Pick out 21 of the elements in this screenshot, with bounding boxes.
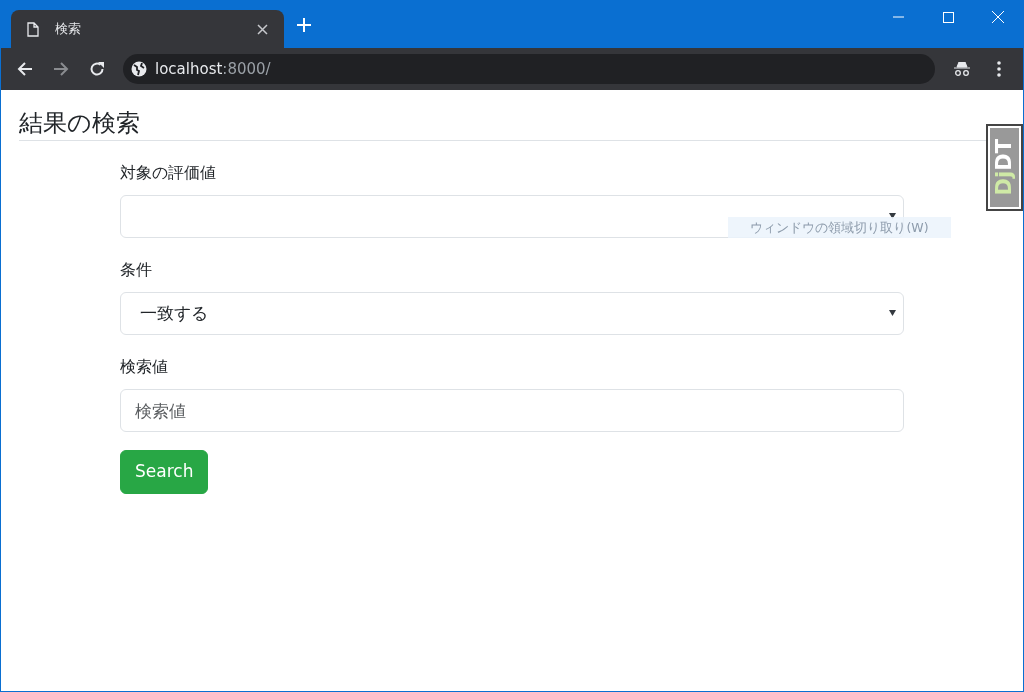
field-label: 対象の評価値 [120,162,217,185]
tab-title[interactable]: 検索 [55,19,81,39]
globe-icon [131,61,147,77]
page-heading: 結果の検索 [18,108,141,139]
back-icon[interactable] [17,61,33,77]
close-icon[interactable] [257,23,268,35]
plus-icon[interactable] [297,18,311,32]
tooltip: ウィンドウの領域切り取り(W) [728,217,951,238]
reload-icon[interactable] [89,61,105,77]
maximize-icon[interactable] [942,11,954,23]
address-text[interactable]: localhost:8000/ [155,57,271,81]
incognito-icon[interactable] [953,62,971,76]
dropdown[interactable]: 一致する [120,292,904,336]
page-icon [27,21,39,37]
field-label: 検索値 [120,356,169,379]
caret-icon [889,212,896,220]
input-field[interactable]: 検索値 [120,389,904,433]
menu-icon[interactable] [997,61,1001,77]
forward-icon[interactable] [53,61,69,77]
field-label: 条件 [120,259,153,282]
caret-icon [889,309,896,317]
